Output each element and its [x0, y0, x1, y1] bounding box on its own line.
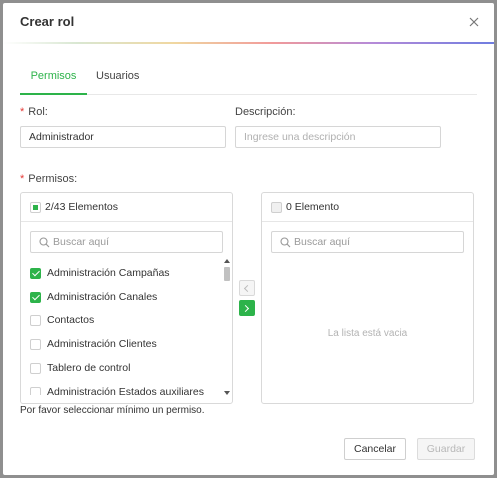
item-label: Administración Campañas — [47, 267, 170, 279]
list-item[interactable]: Administración Campañas — [30, 266, 219, 282]
target-search-input[interactable] — [294, 234, 459, 250]
move-right-button[interactable] — [239, 300, 255, 316]
chevron-left-icon — [243, 284, 252, 293]
target-list-panel: 0 Elemento La lista está vacia — [261, 192, 474, 404]
scroll-up-arrow-icon[interactable] — [224, 259, 230, 263]
validation-hint: Por favor seleccionar mínimo un permiso. — [20, 405, 205, 416]
tab-usuarios[interactable]: Usuarios — [96, 68, 139, 95]
item-checkbox[interactable] — [30, 339, 41, 350]
description-input[interactable] — [235, 126, 441, 148]
save-button[interactable]: Guardar — [417, 438, 475, 460]
dialog-header: Crear rol — [3, 3, 494, 43]
required-mark: * — [20, 173, 25, 185]
required-mark: * — [20, 106, 25, 118]
item-label: Administración Estados auxiliares — [47, 386, 204, 395]
tab-bar: Permisos Usuarios — [20, 68, 477, 95]
list-item[interactable]: Administración Clientes — [30, 337, 219, 353]
description-label-text: Descripción — [235, 106, 293, 118]
create-role-dialog: Crear rol Permisos Usuarios *Rol: Descri… — [3, 3, 494, 475]
source-list: Administración Campañas Administración C… — [21, 259, 219, 395]
scroll-thumb[interactable] — [224, 267, 230, 281]
list-item[interactable]: Tablero de control — [30, 361, 219, 377]
scroll-down-arrow-icon[interactable] — [224, 391, 230, 395]
select-all-checkbox[interactable] — [271, 202, 282, 213]
source-count: 2/43 Elementos — [45, 201, 118, 213]
move-left-button[interactable] — [239, 280, 255, 296]
empty-list-text: La lista está vacia — [327, 328, 408, 339]
item-checkbox[interactable] — [30, 268, 41, 279]
permissions-label-text: Permisos — [28, 173, 75, 185]
select-all-checkbox[interactable] — [30, 202, 41, 213]
item-label: Administración Clientes — [47, 338, 157, 350]
item-checkbox[interactable] — [30, 363, 41, 374]
target-count: 0 Elemento — [286, 201, 340, 213]
item-label: Tablero de control — [47, 362, 131, 374]
target-list-header: 0 Elemento — [262, 193, 473, 222]
role-label-text: Rol — [28, 106, 45, 118]
item-checkbox[interactable] — [30, 315, 41, 326]
list-scrollbar[interactable] — [223, 259, 231, 395]
item-label: Administración Canales — [47, 291, 158, 303]
chevron-right-icon — [241, 304, 250, 313]
search-icon — [280, 237, 291, 248]
list-item[interactable]: Administración Estados auxiliares — [30, 385, 219, 395]
list-item[interactable]: Administración Canales — [30, 290, 219, 306]
cancel-button[interactable]: Cancelar — [344, 438, 406, 460]
list-item[interactable]: Contactos — [30, 313, 219, 329]
source-list-panel: 2/43 Elementos Administración Campañas A… — [20, 192, 233, 404]
target-search — [271, 231, 464, 253]
item-checkbox[interactable] — [30, 292, 41, 303]
role-input[interactable] — [20, 126, 226, 148]
item-checkbox[interactable] — [30, 387, 41, 395]
source-list-header: 2/43 Elementos — [21, 193, 232, 222]
role-label: * Rol: — [20, 106, 48, 118]
close-icon[interactable] — [467, 15, 481, 29]
header-divider — [3, 42, 494, 44]
item-label: Contactos — [47, 314, 95, 326]
source-search — [30, 231, 223, 253]
description-label: Descripción: — [235, 106, 296, 118]
search-icon — [39, 237, 50, 248]
dialog-title: Crear rol — [20, 14, 75, 29]
permissions-label: * Permisos: — [20, 173, 78, 185]
tab-permisos[interactable]: Permisos — [20, 68, 87, 95]
source-search-input[interactable] — [53, 234, 218, 250]
